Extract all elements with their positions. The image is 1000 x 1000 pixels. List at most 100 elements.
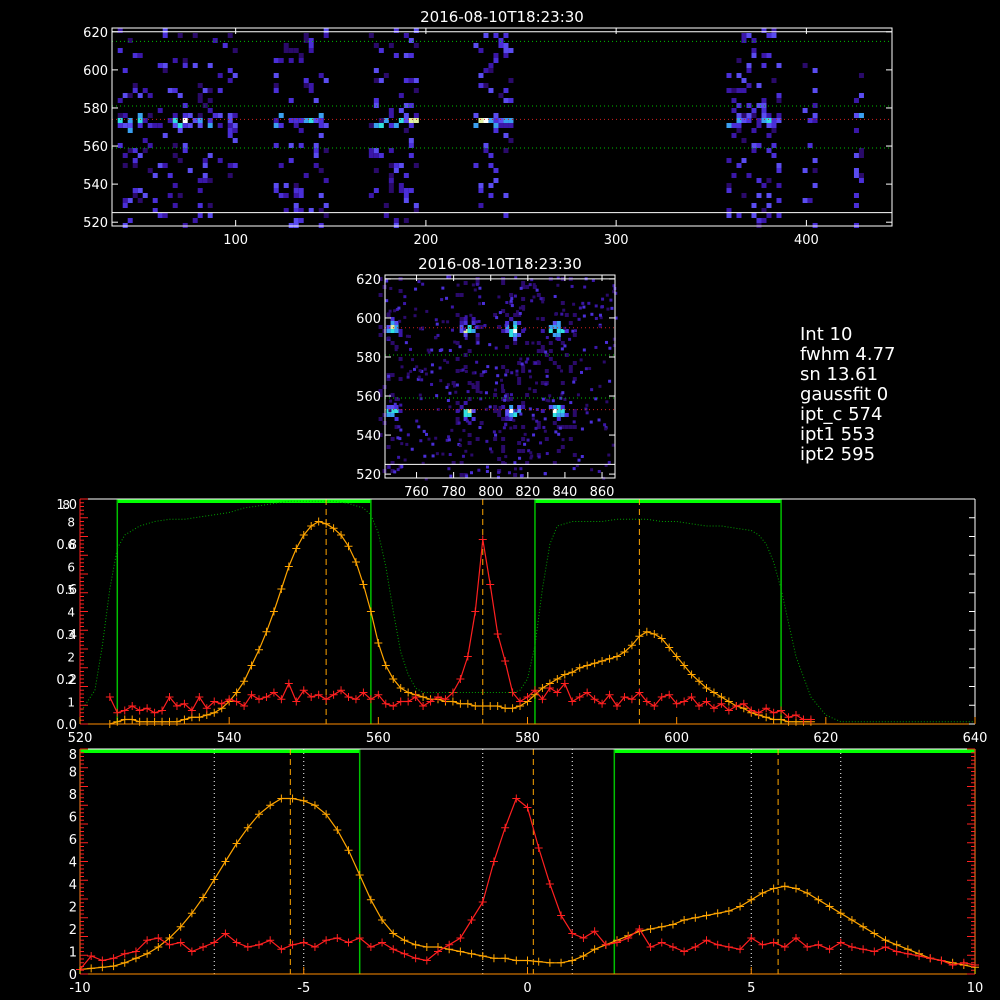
image-pixel [536, 349, 541, 353]
image-pixel [504, 455, 508, 459]
series-point [836, 938, 845, 947]
image-pixel [547, 399, 551, 403]
series-point [657, 938, 666, 947]
series-point [467, 916, 476, 924]
series-point [255, 940, 263, 949]
image-pixel [776, 163, 782, 168]
image-pixel [493, 168, 499, 173]
image-pixel [408, 153, 414, 158]
image-pixel [438, 349, 442, 353]
image-pixel [298, 218, 304, 223]
image-pixel [273, 123, 279, 128]
image-pixel [227, 78, 233, 83]
image-pixel [394, 321, 399, 325]
image-pixel [467, 433, 472, 437]
image-pixel [122, 163, 128, 168]
image-pixel [776, 93, 782, 98]
image-pixel [731, 98, 737, 103]
image-pixel [560, 381, 565, 385]
image-pixel [434, 336, 438, 340]
image-pixel [494, 366, 498, 370]
series-point [143, 949, 152, 958]
image-pixel [486, 365, 490, 369]
image-pixel [583, 285, 587, 289]
image-pixel [508, 118, 514, 123]
image-pixel [469, 471, 473, 475]
series-point [590, 945, 599, 954]
image-pixel [455, 401, 460, 405]
series-point [109, 954, 118, 963]
info-line-sn: sn 13.61 [800, 364, 878, 385]
image-pixel [283, 183, 289, 188]
image-pixel [544, 369, 549, 373]
image-pixel [598, 313, 602, 317]
image-pixel [540, 381, 545, 385]
image-pixel [397, 306, 401, 310]
series-point [489, 954, 498, 963]
image-pixel [771, 118, 777, 123]
image-pixel [544, 350, 548, 354]
image-pixel [539, 441, 543, 445]
image-pixel [501, 449, 506, 453]
image-pixel [581, 301, 585, 305]
image-pixel [543, 472, 547, 476]
series-point [158, 706, 167, 715]
series-point [747, 895, 756, 904]
image-pixel [465, 474, 469, 478]
y-tick-label: 4 [69, 878, 77, 893]
image-pixel [293, 123, 299, 128]
series-point [478, 702, 487, 710]
image-pixel [517, 405, 522, 409]
image-pixel [572, 302, 576, 306]
series-point [411, 940, 420, 949]
image-pixel [521, 405, 526, 409]
image-pixel [455, 357, 460, 361]
image-pixel [390, 437, 395, 441]
image-pixel [278, 193, 284, 198]
image-pixel [761, 63, 767, 68]
image-pixel [503, 98, 509, 103]
image-pixel [562, 308, 566, 312]
image-pixel [373, 68, 379, 73]
series-point [389, 702, 398, 710]
image-pixel [278, 163, 284, 168]
image-pixel [288, 58, 294, 63]
image-pixel [398, 118, 404, 123]
image-pixel [202, 173, 208, 178]
image-pixel [751, 53, 757, 58]
image-pixel [467, 413, 472, 417]
image-pixel [413, 43, 419, 48]
image-pixel [517, 321, 522, 325]
image-pixel [232, 73, 238, 78]
image-pixel [493, 388, 497, 392]
image-pixel [853, 203, 859, 208]
y-tick-label: 600 [356, 312, 381, 327]
image-pixel [288, 158, 294, 163]
image-pixel [323, 123, 329, 128]
image-pixel [390, 341, 395, 345]
image-pixel [537, 455, 541, 459]
series-point [299, 796, 308, 805]
image-pixel [132, 53, 138, 58]
image-pixel [756, 103, 762, 108]
image-pixel [298, 53, 304, 58]
series-point [605, 654, 614, 663]
image-pixel [388, 183, 394, 188]
series-point [120, 715, 129, 724]
image-pixel [132, 188, 138, 193]
image-pixel [303, 38, 309, 43]
image-pixel [227, 113, 233, 118]
image-pixel [483, 68, 489, 73]
image-pixel [503, 48, 509, 53]
series-point [154, 934, 163, 942]
image-pixel [122, 68, 128, 73]
image-pixel [488, 343, 492, 347]
series-point [396, 697, 405, 706]
image-pixel [488, 118, 494, 123]
series-point [463, 699, 472, 708]
image-pixel [463, 281, 468, 285]
image-pixel [202, 178, 208, 183]
image-pixel [383, 73, 389, 78]
image-pixel [523, 442, 527, 446]
series-point [456, 947, 465, 956]
